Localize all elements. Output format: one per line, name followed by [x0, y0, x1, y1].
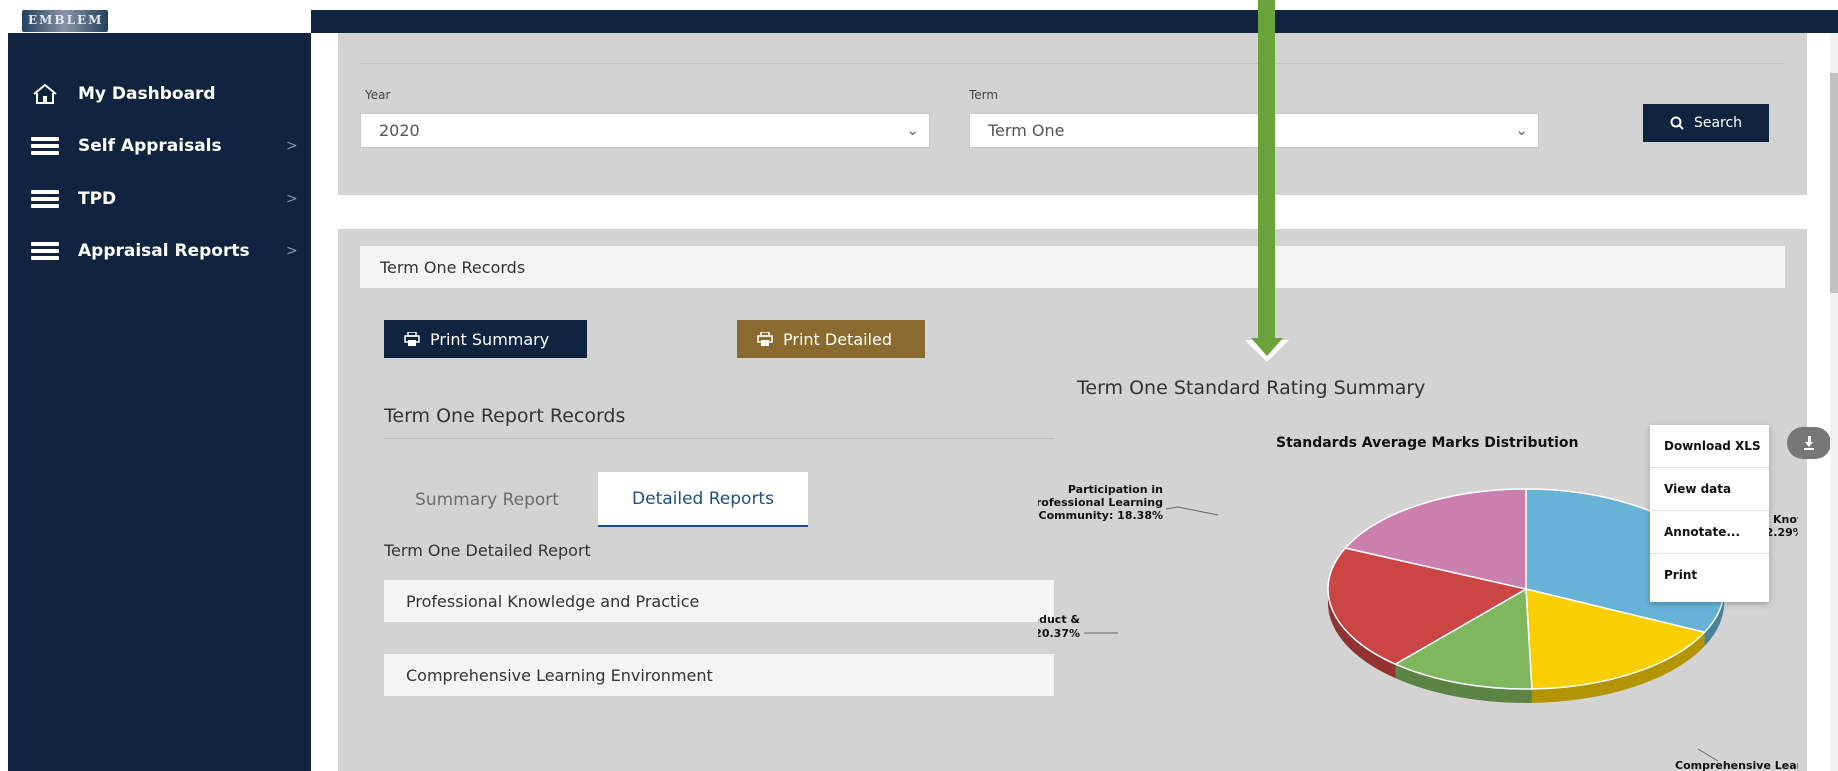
- pie-label-2: Community: 18.38%: [1039, 509, 1163, 522]
- term-select-value: Term One: [988, 121, 1065, 140]
- records-title: Term One Report Records: [384, 405, 626, 427]
- pie-label-4: ism : 20.37%: [1038, 627, 1080, 640]
- search-icon: [1670, 116, 1684, 130]
- year-select-value: 2020: [379, 121, 420, 140]
- print-summary-button[interactable]: Print Summary: [384, 320, 587, 358]
- menu-item-annotate[interactable]: Annotate...: [1650, 511, 1769, 553]
- printer-icon: [757, 332, 773, 346]
- detailed-report-title: Term One Detailed Report: [384, 541, 591, 560]
- top-bar: [311, 10, 1838, 33]
- logo-text: EMBLEM: [28, 13, 104, 27]
- tab-detailed-reports[interactable]: Detailed Reports: [598, 472, 808, 527]
- filter-card: Year 2020 ⌄ Term Term One ⌄ Search: [338, 33, 1807, 195]
- sidebar-item-appraisal-reports[interactable]: Appraisal Reports >: [8, 230, 311, 272]
- sidebar-item-label: My Dashboard: [78, 84, 216, 104]
- scrollbar-thumb[interactable]: [1830, 73, 1838, 293]
- search-button[interactable]: Search: [1643, 104, 1769, 142]
- menu-item-view-data[interactable]: View data: [1650, 468, 1769, 510]
- print-detailed-button[interactable]: Print Detailed: [737, 320, 925, 358]
- annotation-arrow-stem: [1258, 0, 1275, 340]
- annotation-arrow-head: [1251, 338, 1283, 356]
- printer-icon: [404, 332, 420, 346]
- sidebar-item-label: Appraisal Reports: [78, 241, 250, 261]
- pie-label-1: Professional Learning: [1038, 496, 1163, 509]
- sidebar-item-label: TPD: [78, 189, 117, 209]
- pie-connector-0: [1165, 506, 1219, 516]
- term-label: Term: [969, 88, 999, 102]
- sidebar-item-tpd[interactable]: TPD >: [8, 178, 311, 220]
- report-card: Term One Records Print Summary Print Det…: [338, 229, 1831, 771]
- download-icon: [1802, 436, 1816, 450]
- chart-export-menu: Download XLS View data Annotate... Print: [1650, 425, 1769, 602]
- pie-label-0: Participation in: [1068, 483, 1163, 496]
- app-root: My Dashboard Self Appraisals > TPD > App…: [0, 0, 1838, 771]
- chevron-down-icon: ⌄: [1515, 121, 1528, 139]
- term-select[interactable]: Term One ⌄: [969, 113, 1539, 148]
- section-comprehensive-learning[interactable]: Comprehensive Learning Environment: [384, 654, 1054, 696]
- sidebar: My Dashboard Self Appraisals > TPD > App…: [8, 33, 311, 771]
- chart-title: Standards Average Marks Distribution: [1276, 435, 1579, 451]
- sidebar-item-my-dashboard[interactable]: My Dashboard: [8, 73, 311, 115]
- search-button-label: Search: [1693, 115, 1743, 131]
- chart-panel-title: Term One Standard Rating Summary: [1077, 377, 1426, 399]
- sidebar-item-self-appraisals[interactable]: Self Appraisals >: [8, 125, 311, 167]
- menu-item-download-xls[interactable]: Download XLS: [1650, 425, 1769, 467]
- tab-summary-report[interactable]: Summary Report: [384, 472, 590, 527]
- year-select[interactable]: 2020 ⌄: [360, 113, 930, 148]
- sidebar-item-label: Self Appraisals: [78, 136, 222, 156]
- filter-divider: [360, 63, 1785, 64]
- chevron-down-icon: ⌄: [906, 121, 919, 139]
- list-icon: [30, 240, 60, 262]
- pie-label-3: cher Conduct &: [1038, 613, 1080, 626]
- chevron-right-icon: >: [286, 191, 298, 207]
- chevron-right-icon: >: [286, 138, 298, 154]
- section-professional-knowledge[interactable]: Professional Knowledge and Practice: [384, 580, 1054, 622]
- list-icon: [30, 135, 60, 157]
- records-divider: [384, 438, 1054, 439]
- year-label: Year: [365, 88, 391, 102]
- chevron-right-icon: >: [286, 243, 298, 259]
- pie-label-7: Comprehensive Learning: [1675, 759, 1798, 771]
- chart-menu-button[interactable]: [1787, 427, 1831, 459]
- menu-item-print[interactable]: Print: [1650, 554, 1769, 596]
- home-icon: [30, 83, 60, 105]
- report-header: Term One Records: [360, 246, 1785, 288]
- print-summary-label: Print Summary: [430, 329, 550, 349]
- main-content: Year 2020 ⌄ Term Term One ⌄ Search Term …: [311, 33, 1838, 771]
- print-detailed-label: Print Detailed: [783, 329, 893, 349]
- list-icon: [30, 188, 60, 210]
